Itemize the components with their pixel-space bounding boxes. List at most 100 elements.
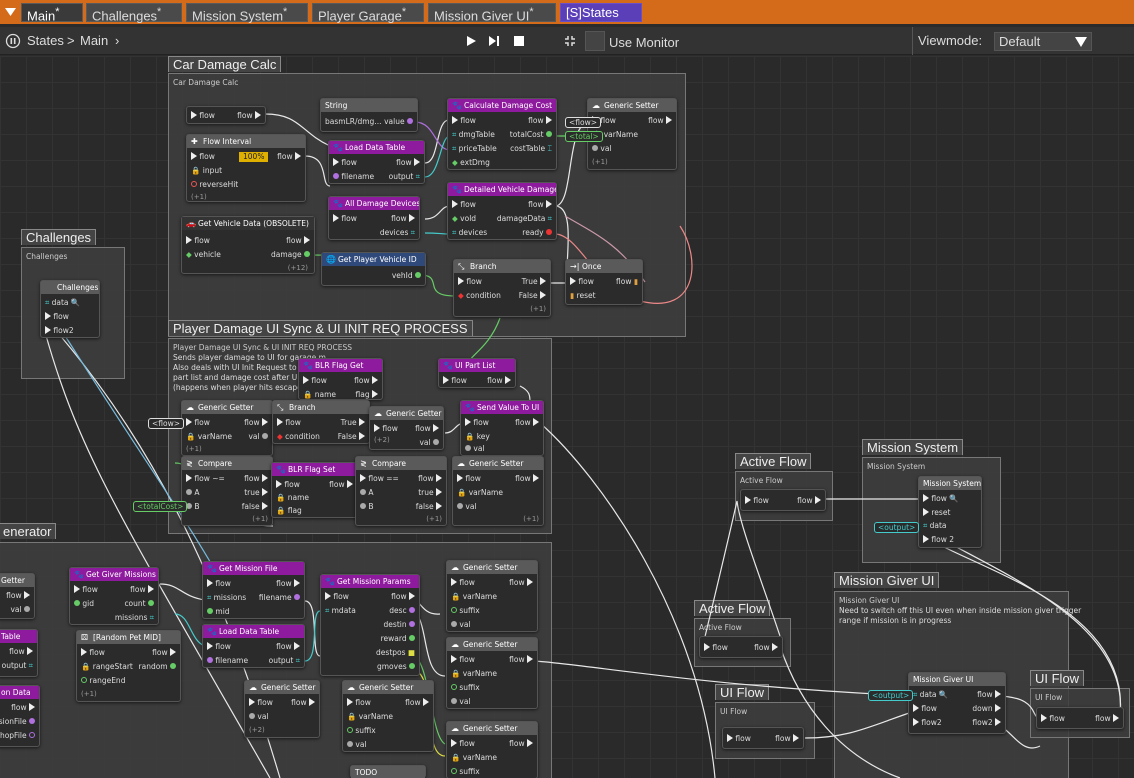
node-load-data-table[interactable]: 🐾 Load Data Table flow flow filename outp… (328, 140, 425, 184)
node-generic-setter-6[interactable]: ☁ Generic Setter flow flow 🔒 varName suff… (342, 680, 434, 752)
breadcrumb-current[interactable]: Main (80, 33, 108, 49)
play-icon[interactable] (461, 32, 481, 50)
tab-main[interactable]: Main* (21, 3, 83, 23)
node-generic-setter-4[interactable]: ☁ Generic Setter flow flow 🔒 varName suff… (446, 637, 538, 709)
search-icon[interactable]: 🔍 (71, 298, 80, 307)
node-mission-giver-ui[interactable]: Mission Giver UI ⌗ data 🔍 flow flow down… (908, 672, 1006, 734)
node-ui-flow[interactable]: flow flow (722, 727, 804, 749)
node-generic-setter-3[interactable]: ☁ Generic Setter flow flow 🔒 varName suff… (446, 560, 538, 632)
pin-out-label: flow (286, 236, 302, 245)
relay-flow[interactable]: <flow> (565, 117, 602, 128)
node-get-mission-file[interactable]: 🐾 Get Mission File flow flow ⌗ missions f… (202, 561, 305, 619)
node-calculate-damage-cost[interactable]: 🐾 Calculate Damage Cost flow flow ⌗ dmgTa… (447, 98, 557, 170)
node-mission-system[interactable]: Mission System flow 🔍 reset ⌗ data flow … (918, 476, 982, 548)
node-title: Get Player Vehicle ID (338, 255, 417, 264)
node-get-player-vehicle-id[interactable]: 🌐 Get Player Vehicle ID vehId (321, 252, 426, 286)
node-flow-start[interactable]: flow flow (186, 106, 266, 124)
node-all-damage-devices[interactable]: 🐾 All Damage Devices flow flow devices ⌗ (328, 196, 420, 240)
node-title: Generic Setter (469, 459, 524, 468)
node-getter-partial[interactable]: Getter flow val (0, 573, 35, 619)
node-active-flow-2[interactable]: flow flow (699, 636, 783, 658)
node-random-pet-mid[interactable]: ⚄ [Random Pet MID] flow flow 🔒 rangeStart… (76, 630, 181, 702)
relay-total[interactable]: <total> (565, 131, 603, 142)
wire-flow (44, 331, 271, 778)
pin-in-label: gid (82, 599, 94, 608)
viewmode-select[interactable]: Default (994, 32, 1092, 51)
pin-in-label: data (51, 298, 69, 307)
node-footer: (+2) (374, 436, 390, 444)
node-generic-setter-2[interactable]: ☁ Generic Setter flow flow 🔒 varName val … (452, 456, 544, 526)
search-icon[interactable]: 🔍 (939, 690, 948, 699)
node-title: Load Data Table (345, 143, 406, 152)
wire-flow (702, 500, 738, 648)
node-compare-1[interactable]: ≷ Compare flow ~= flow A true B false (+1… (181, 456, 273, 526)
pin-in-label: flow (194, 418, 210, 427)
cloud-icon: ☁ (457, 459, 465, 468)
compare-operator[interactable]: ~= (212, 474, 225, 483)
tab-mission-giver-ui[interactable]: Mission Giver UI* (428, 3, 556, 23)
pin-out-label: down (972, 704, 993, 713)
node-get-giver-missions[interactable]: 🐾 Get Giver Missions flow flow gid count … (69, 567, 159, 625)
node-title: Get Mission File (219, 564, 278, 573)
tab-mission-system[interactable]: Mission System* (186, 3, 308, 23)
node-get-vehicle-data[interactable]: 🚗 Get Vehicle Data (OBSOLETE) flow flow ◆… (181, 216, 315, 274)
pin-in-label: flow (333, 592, 349, 601)
node-ui-part-list[interactable]: 🐾 UI Part List flow flow (438, 358, 516, 388)
node-generic-setter-5[interactable]: ☁ Generic Setter flow flow val (+2) (244, 680, 320, 738)
pin-out-label: False (337, 432, 357, 441)
node-generic-getter-2[interactable]: ☁ Generic Getter flow flow val (+2) (369, 406, 444, 450)
node-load-data-table-2[interactable]: 🐾 Load Data Table flow flow filename outp… (202, 624, 305, 668)
node-active-flow[interactable]: flow flow (740, 489, 826, 511)
node-compare-2[interactable]: ≷ Compare flow == flow A true B false (+1… (355, 456, 447, 526)
node-todo[interactable]: TODO (350, 765, 426, 778)
collapse-icon[interactable] (560, 32, 580, 50)
node-table-partial[interactable]: Table flow output ⌗ (0, 629, 38, 677)
tab-states[interactable]: [S]States (560, 3, 642, 22)
node-data-partial[interactable]: on Data flow issionFile shopFile (0, 685, 40, 747)
tab-menu-icon[interactable] (0, 0, 20, 24)
dog-icon: 🐾 (207, 564, 217, 573)
node-branch-1[interactable]: ⤡ Branch flow True ◆ condition False (+1) (453, 259, 551, 317)
pin-in-label: rangeEnd (89, 676, 126, 685)
graph-canvas[interactable]: Car Damage Calc Car Damage Calc Challeng… (0, 56, 1134, 778)
node-detailed-vehicle-damage[interactable]: 🐾 Detailed Vehicle Damage flow flow ◆ vol… (447, 182, 557, 240)
breadcrumb-root[interactable]: States (27, 33, 64, 49)
wire-flow (736, 500, 781, 637)
node-blr-flag-set[interactable]: 🐾 BLR Flag Set flow flow 🔒 name 🔒 flag (271, 462, 358, 518)
node-get-mission-params[interactable]: 🐾 Get Mission Params flow flow ⌗ mdata de… (320, 574, 420, 676)
node-generic-getter-1[interactable]: ☁ Generic Getter flow flow 🔒 varName val … (181, 400, 273, 456)
pause-icon[interactable] (3, 32, 23, 50)
pin-out-label: True (521, 277, 538, 286)
tab-player-garage[interactable]: Player Garage* (312, 3, 424, 23)
pin-in-label: key (476, 432, 490, 441)
relay-output[interactable]: <output> (874, 522, 920, 533)
compare-operator[interactable]: == (386, 474, 399, 483)
node-blr-flag-get[interactable]: 🐾 BLR Flag Get flow flow 🔒 name flag (298, 358, 383, 400)
tab-challenges[interactable]: Challenges* (86, 3, 182, 23)
pin-in-label: val (465, 502, 477, 511)
pin-in-label: flow (53, 312, 69, 321)
wire-flow (539, 422, 716, 778)
node-generic-setter-7[interactable]: ☁ Generic Setter flow flow 🔒 varName suff… (446, 721, 538, 778)
node-once[interactable]: →| Once flow flow ▮ ▮ reset (565, 259, 643, 305)
search-icon[interactable]: 🔍 (949, 494, 958, 503)
relay-total-cost[interactable]: <totalCost> (133, 501, 188, 512)
node-title: Branch (289, 403, 316, 412)
pin-in-label: devices (458, 228, 488, 237)
node-send-value-to-ui[interactable]: 🐾 Send Value To UI flow flow 🔒 key val (460, 400, 544, 456)
relay-flow[interactable]: <flow> (148, 418, 185, 429)
step-icon[interactable] (484, 32, 504, 50)
pin-out-label: true (244, 488, 260, 497)
node-challenges[interactable]: Challenges ⌗ data 🔍 flow flow2 (40, 280, 100, 338)
node-string[interactable]: String basmLR/dmg... value (320, 98, 418, 132)
relay-output[interactable]: <output> (868, 690, 914, 701)
node-title: Generic Setter (261, 683, 316, 692)
use-monitor-checkbox[interactable] (585, 31, 605, 51)
node-flow-interval[interactable]: ✚ Flow Interval flow 100% flow 🔒 input re… (186, 134, 306, 202)
node-ui-flow-2[interactable]: flow flow (1036, 707, 1124, 729)
pin-in-label: varName (462, 592, 497, 601)
stop-icon[interactable] (509, 32, 529, 50)
node-branch-2[interactable]: ⤡ Branch flow True ◆ condition False (272, 400, 370, 444)
pin-out-label: value (384, 117, 405, 126)
chevron-down-icon (1075, 37, 1087, 47)
